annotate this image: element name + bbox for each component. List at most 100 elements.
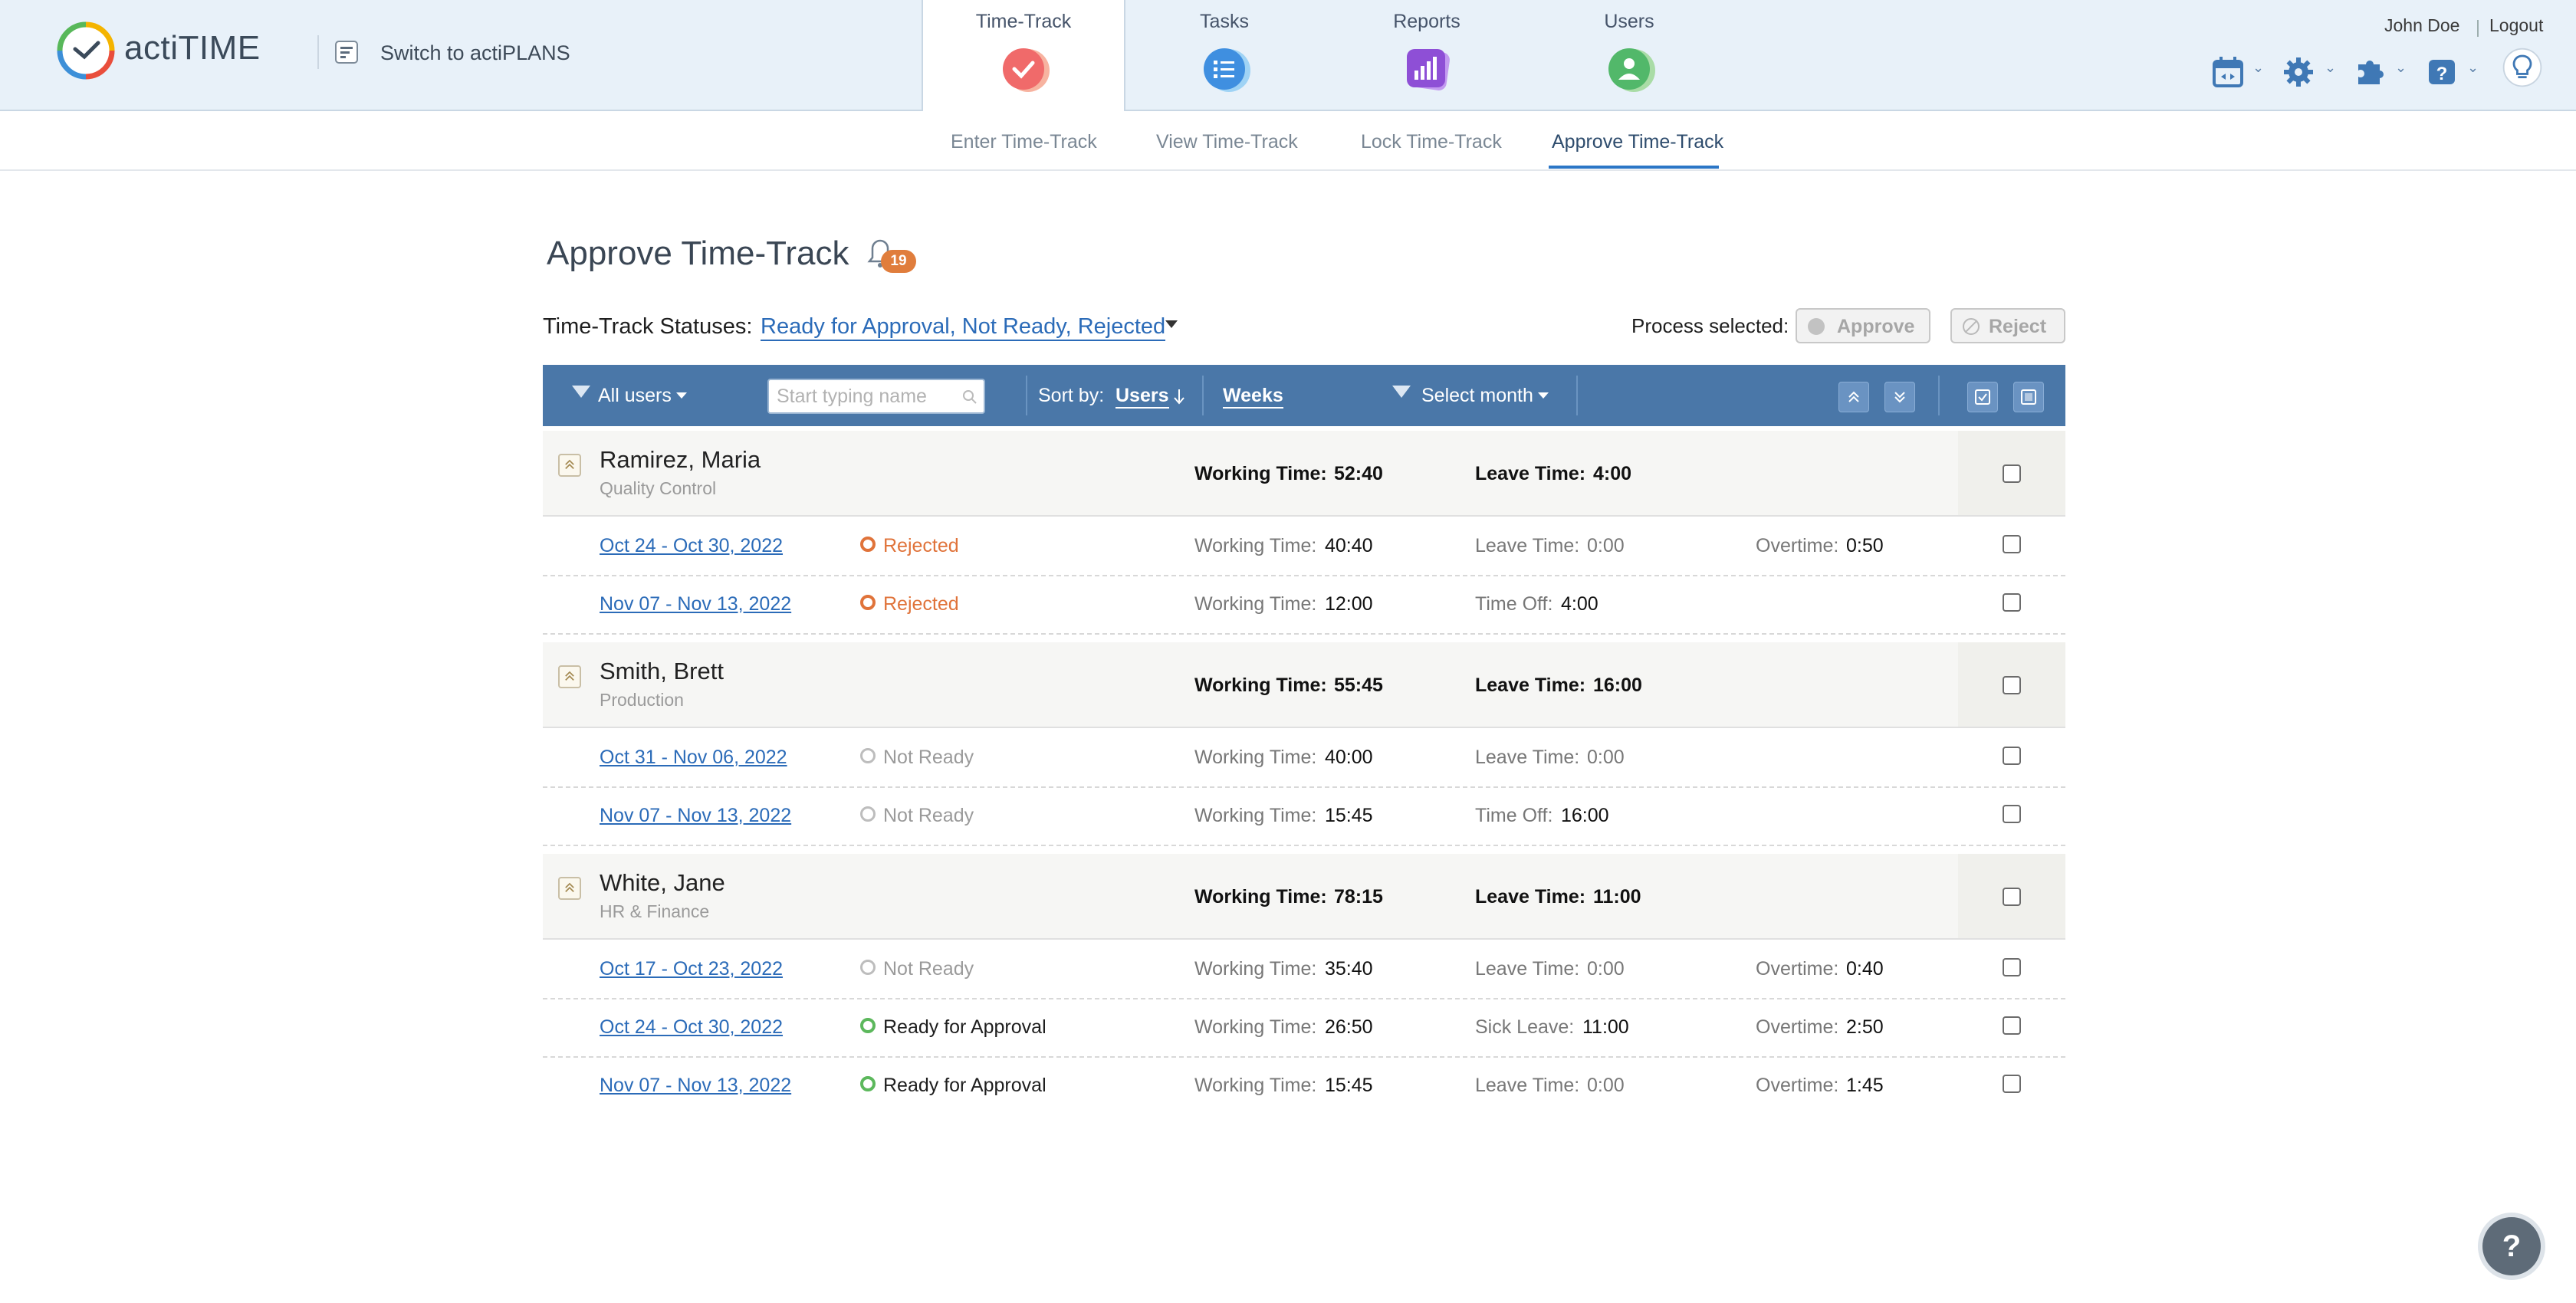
app-name: actiTIME bbox=[124, 29, 261, 67]
week-link[interactable]: Nov 07 - Nov 13, 2022 bbox=[600, 1075, 791, 1097]
process-selected-label: Process selected: bbox=[1631, 314, 1789, 337]
week-checkbox[interactable] bbox=[2003, 593, 2021, 612]
time-off-value: 16:00 bbox=[1561, 805, 1609, 826]
overtime-value: 0:50 bbox=[1846, 535, 1884, 556]
week-row: Oct 31 - Nov 06, 2022 Not Ready Working … bbox=[543, 728, 2065, 788]
caret-down-icon[interactable] bbox=[1165, 320, 1178, 328]
puzzle-icon[interactable] bbox=[2354, 49, 2387, 95]
filter-icon bbox=[572, 386, 590, 398]
week-link[interactable]: Oct 31 - Nov 06, 2022 bbox=[600, 747, 787, 769]
statuses-selector[interactable]: Ready for Approval, Not Ready, Rejected bbox=[761, 314, 1166, 341]
tab-label: Reports bbox=[1393, 11, 1460, 32]
collapse-toggle-icon[interactable] bbox=[558, 877, 581, 900]
week-checkbox[interactable] bbox=[2003, 1075, 2021, 1093]
subtab-lock-time-track[interactable]: Lock Time-Track bbox=[1361, 131, 1502, 153]
time-off-label: Time Off: bbox=[1475, 593, 1553, 615]
user-search[interactable] bbox=[767, 379, 985, 414]
subtab-view-time-track[interactable]: View Time-Track bbox=[1156, 131, 1298, 153]
tab-reports[interactable]: Reports bbox=[1326, 0, 1527, 110]
lightbulb-icon[interactable] bbox=[2499, 44, 2545, 90]
filter-icon bbox=[1392, 386, 1411, 398]
user-department: HR & Finance bbox=[600, 901, 710, 921]
active-subtab-indicator bbox=[1549, 166, 1719, 169]
status-ready-icon bbox=[860, 1076, 876, 1091]
reject-button-label: Reject bbox=[1989, 316, 2047, 337]
sort-down-icon[interactable] bbox=[1173, 388, 1185, 405]
week-link[interactable]: Oct 24 - Oct 30, 2022 bbox=[600, 1016, 783, 1039]
reject-button[interactable]: Reject bbox=[1950, 308, 2065, 343]
chevron-down-icon[interactable]: ⌄ bbox=[2325, 60, 2336, 76]
user-name: White, Jane bbox=[600, 869, 725, 896]
status-not-ready-icon bbox=[860, 748, 876, 763]
collapse-toggle-icon[interactable] bbox=[558, 454, 581, 477]
week-row: Nov 07 - Nov 13, 2022 Not Ready Working … bbox=[543, 786, 2065, 846]
week-checkbox[interactable] bbox=[2003, 535, 2021, 553]
leave-time-label: Leave Time: bbox=[1475, 958, 1580, 980]
week-status: Rejected bbox=[883, 535, 959, 556]
week-checkbox[interactable] bbox=[2003, 747, 2021, 765]
user-department: Quality Control bbox=[600, 478, 717, 498]
leave-time-label: Leave Time: bbox=[1475, 886, 1586, 908]
subtab-approve-time-track[interactable]: Approve Time-Track bbox=[1552, 131, 1723, 153]
chevron-down-icon[interactable]: ⌄ bbox=[2252, 60, 2264, 76]
overtime-value: 0:40 bbox=[1846, 958, 1884, 980]
logout-link[interactable]: Logout bbox=[2489, 15, 2543, 36]
week-status: Not Ready bbox=[883, 958, 974, 980]
overtime-value: 1:45 bbox=[1846, 1075, 1884, 1096]
status-rejected-icon bbox=[860, 537, 876, 552]
week-link[interactable]: Nov 07 - Nov 13, 2022 bbox=[600, 805, 791, 827]
actitime-logo[interactable] bbox=[55, 20, 117, 81]
leave-time-total: 16:00 bbox=[1593, 674, 1642, 696]
collapse-toggle-icon[interactable] bbox=[558, 665, 581, 688]
working-time-total: 55:45 bbox=[1334, 674, 1383, 696]
chevron-down-icon[interactable]: ⌄ bbox=[2467, 60, 2479, 76]
subtab-enter-time-track[interactable]: Enter Time-Track bbox=[951, 131, 1097, 153]
week-checkbox[interactable] bbox=[2003, 805, 2021, 823]
group-checkbox[interactable] bbox=[2003, 464, 2021, 483]
caret-down-icon[interactable] bbox=[1538, 392, 1549, 399]
sub-navigation: Enter Time-Track View Time-Track Lock Ti… bbox=[0, 111, 2576, 171]
switch-to-actiplans-link[interactable]: Switch to actiPLANS bbox=[380, 41, 570, 65]
week-link[interactable]: Nov 07 - Nov 13, 2022 bbox=[600, 593, 791, 615]
working-time-label: Working Time: bbox=[1194, 747, 1317, 768]
user-name[interactable]: John Doe bbox=[2384, 15, 2459, 36]
search-icon bbox=[963, 390, 977, 404]
actiplans-icon[interactable] bbox=[334, 40, 359, 64]
month-filter[interactable]: Select month bbox=[1421, 385, 1533, 407]
user-search-input[interactable] bbox=[775, 380, 947, 412]
tab-users[interactable]: Users bbox=[1529, 0, 1730, 110]
week-link[interactable]: Oct 17 - Oct 23, 2022 bbox=[600, 958, 783, 980]
gear-icon[interactable] bbox=[2282, 49, 2315, 95]
reject-icon bbox=[1963, 318, 1980, 335]
working-time-value: 12:00 bbox=[1325, 593, 1373, 615]
working-time-label: Working Time: bbox=[1194, 886, 1327, 908]
leave-time-total: 11:00 bbox=[1593, 886, 1641, 908]
collapse-all-button[interactable] bbox=[1838, 382, 1869, 412]
help-icon[interactable]: ? bbox=[2426, 49, 2459, 95]
select-all-button[interactable] bbox=[1967, 382, 1998, 412]
chevron-down-icon[interactable]: ⌄ bbox=[2395, 60, 2407, 76]
working-time-value: 26:50 bbox=[1325, 1016, 1373, 1038]
deselect-all-button[interactable] bbox=[2013, 382, 2044, 412]
week-row: Oct 24 - Oct 30, 2022 Rejected Working T… bbox=[543, 517, 2065, 576]
group-checkbox[interactable] bbox=[2003, 676, 2021, 694]
week-checkbox[interactable] bbox=[2003, 1016, 2021, 1035]
double-chevron-up-icon bbox=[1848, 391, 1859, 402]
users-filter[interactable]: All users bbox=[598, 385, 672, 407]
caret-down-icon[interactable] bbox=[676, 392, 687, 399]
tab-tasks[interactable]: Tasks bbox=[1124, 0, 1325, 110]
sort-by-weeks[interactable]: Weeks bbox=[1223, 385, 1283, 409]
tab-label: Users bbox=[1604, 11, 1654, 32]
sort-by-users[interactable]: Users bbox=[1116, 385, 1169, 409]
help-fab-button[interactable]: ? bbox=[2482, 1217, 2541, 1275]
week-link[interactable]: Oct 24 - Oct 30, 2022 bbox=[600, 535, 783, 557]
expand-all-button[interactable] bbox=[1884, 382, 1915, 412]
approve-button[interactable]: Approve bbox=[1796, 308, 1930, 343]
week-checkbox[interactable] bbox=[2003, 958, 2021, 976]
group-checkbox[interactable] bbox=[2003, 888, 2021, 906]
tab-time-track[interactable]: Time-Track bbox=[922, 0, 1125, 111]
tab-label: Time-Track bbox=[975, 11, 1072, 32]
header-divider bbox=[317, 35, 319, 69]
leave-time-value: 0:00 bbox=[1587, 1075, 1625, 1096]
calendar-icon[interactable] bbox=[2211, 49, 2245, 95]
